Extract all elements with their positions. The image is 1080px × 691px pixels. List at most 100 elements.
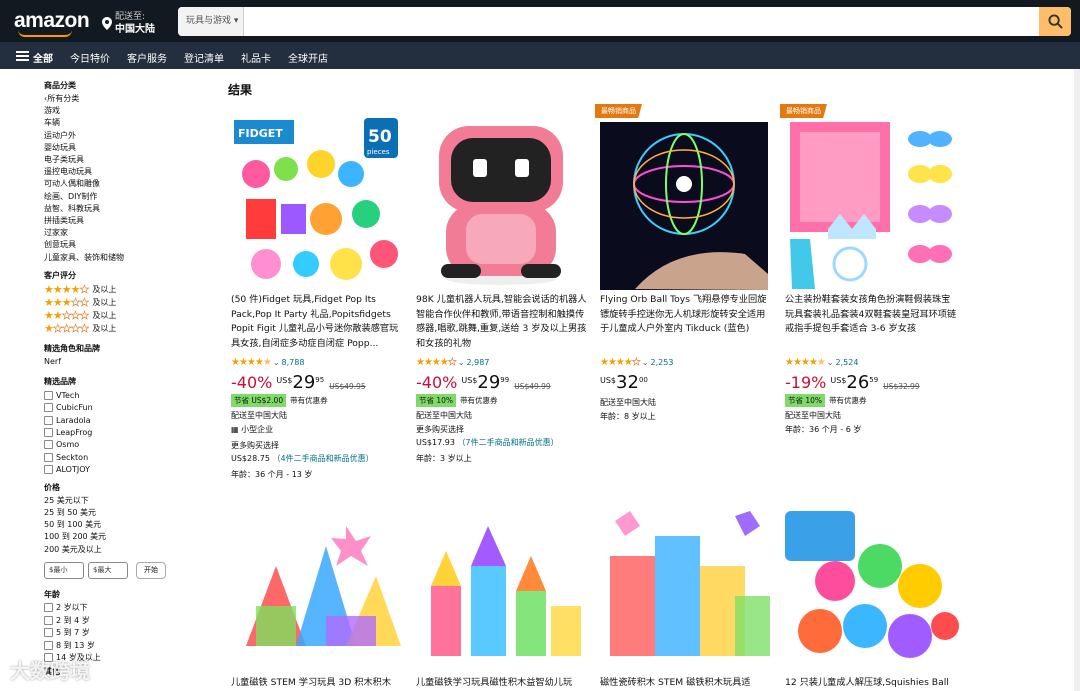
nav-all[interactable]: 全部 [33, 50, 53, 65]
category-link[interactable]: 电子类玩具 [44, 154, 194, 166]
product-rating-3[interactable]: ★★★★ ★ ⌄ 2,253 [600, 357, 673, 369]
brand-filter[interactable]: Laradola [44, 414, 194, 426]
product-title-5[interactable]: 儿童磁铁 STEM 学习玩具 3D 积木积木 [231, 676, 403, 691]
product-image-2[interactable] [411, 104, 591, 294]
category-link[interactable]: 遥控电动玩具 [44, 166, 194, 178]
age-filter[interactable]: 8 到 13 岁 [44, 639, 194, 651]
hamburger-menu-icon[interactable] [16, 51, 29, 61]
age-filter[interactable]: 5 到 7 岁 [44, 627, 194, 639]
product-rating-4[interactable]: ★★★★ ★ ⌄ 2,524 [785, 357, 858, 368]
price-go-button[interactable]: 开始 [136, 561, 166, 579]
nav-customer-service[interactable]: 客户服务 [127, 50, 167, 65]
coupon-4[interactable]: 节省 10% 带有优惠券 [785, 394, 867, 407]
used-offers-2[interactable]: US$17.93 （7件二手商品和新品优惠） [416, 437, 559, 448]
nav-deals[interactable]: 今日特价 [70, 50, 110, 65]
brand-filter[interactable]: CubicFun [44, 401, 194, 413]
product-card-6[interactable]: 儿童磁铁学习玩具磁性积木益智幼儿玩 [411, 506, 591, 691]
category-link[interactable]: 婴幼玩具 [44, 142, 194, 154]
search-category-dropdown[interactable]: 玩具与游戏 ▾ [178, 7, 244, 36]
product-card-8[interactable]: 12 只装儿童成人解压球,Squishies Ball [780, 506, 960, 691]
checkbox[interactable] [44, 615, 53, 625]
price-range-link[interactable]: 200 美元及以上 [44, 544, 194, 556]
product-title-7[interactable]: 磁性瓷砖积木 STEM 磁铁积木玩具适 [600, 676, 772, 691]
nav-sell[interactable]: 全球开店 [288, 50, 328, 65]
page-scrollbar[interactable] [1074, 69, 1080, 691]
product-price-4[interactable]: -19% US$ 26 59 US$32.99 [785, 374, 920, 392]
category-link[interactable]: 运动户外 [44, 130, 194, 142]
brand-filter[interactable]: LeapFrog [44, 426, 194, 438]
price-range-link[interactable]: 100 到 200 美元 [44, 531, 194, 543]
brand-filter[interactable]: ALOTJOY [44, 463, 194, 475]
role-nerf[interactable]: Nerf [44, 356, 194, 368]
small-business-badge[interactable]: ▦ 小型企业 [231, 424, 273, 435]
brand-filter[interactable]: VTech [44, 389, 194, 401]
search-button[interactable] [1039, 7, 1071, 36]
product-title-8[interactable]: 12 只装儿童成人解压球,Squishies Ball [785, 676, 957, 691]
product-title-6[interactable]: 儿童磁铁学习玩具磁性积木益智幼儿玩 [416, 676, 588, 691]
category-link[interactable]: 创意玩具 [44, 239, 194, 251]
age-filter[interactable]: 2 岁以下 [44, 602, 194, 614]
nav-gift-cards[interactable]: 礼品卡 [241, 50, 271, 65]
checkbox[interactable] [44, 415, 53, 425]
product-rating-2[interactable]: ★★★★ ★ ⌄ 2,987 [416, 357, 489, 369]
category-link[interactable]: 车辆 [44, 117, 194, 129]
checkbox[interactable] [44, 452, 53, 462]
category-link[interactable]: 过家家 [44, 227, 194, 239]
product-image-6[interactable] [411, 506, 591, 674]
category-link[interactable]: 绘画、DIY制作 [44, 191, 194, 203]
product-image-5[interactable] [226, 506, 406, 674]
checkbox[interactable] [44, 427, 53, 437]
product-card-7[interactable]: 磁性瓷砖积木 STEM 磁铁积木玩具适 [595, 506, 775, 691]
product-card-4[interactable]: 最畅销商品 公主装扮鞋套装女孩角色扮演鞋假装珠宝玩具套装礼品套装4双鞋套装皇冠耳… [780, 104, 960, 496]
brand-filter[interactable]: Osmo [44, 439, 194, 451]
checkbox[interactable] [44, 640, 53, 650]
product-image-7[interactable] [595, 506, 775, 674]
product-card-1[interactable]: FIDGET 50 pieces (50 件)Fidget 玩具,Fidget … [226, 104, 406, 496]
rating-filter-1[interactable]: ★ ★ ★ ★ ★ 及以上 [44, 322, 194, 336]
rating-filter-2[interactable]: ★ ★ ★ ★ ★ 及以上 [44, 309, 194, 323]
max-price-input[interactable]: $最大 [88, 561, 128, 579]
product-title-3[interactable]: Flying Orb Ball Toys 飞翔悬停专业回旋镖旋转手控迷你无人机球… [600, 293, 772, 337]
checkbox[interactable] [44, 465, 53, 475]
product-card-5[interactable]: 儿童磁铁 STEM 学习玩具 3D 积木积木 [226, 506, 406, 691]
price-range-link[interactable]: 25 到 50 美元 [44, 507, 194, 519]
product-image-8[interactable] [780, 506, 960, 674]
more-options[interactable]: 更多购买选择 [231, 440, 279, 451]
checkbox[interactable] [44, 390, 53, 400]
product-rating-1[interactable]: ★★★★ ★ ⌄ 8,788 [231, 357, 304, 368]
checkbox[interactable] [44, 440, 53, 450]
checkbox[interactable] [44, 628, 53, 638]
age-filter[interactable]: 2 到 4 岁 [44, 614, 194, 626]
used-offers-1[interactable]: US$28.75 （4件二手商品和新品优惠） [231, 453, 374, 464]
product-card-2[interactable]: 98K 儿童机器人玩具,智能会说话的机器人智能合作伙伴和教师,带语音控制和触摸传… [411, 104, 591, 496]
price-range-link[interactable]: 50 到 100 美元 [44, 519, 194, 531]
product-title-2[interactable]: 98K 儿童机器人玩具,智能会说话的机器人智能合作伙伴和教师,带语音控制和触摸传… [416, 293, 588, 351]
brand-filter[interactable]: Seckton [44, 451, 194, 463]
product-image-4[interactable]: 最畅销商品 [780, 104, 960, 294]
search-input[interactable] [244, 7, 1034, 36]
product-price-1[interactable]: -40% US$ 29 95 US$49.95 [231, 374, 366, 392]
product-price-3[interactable]: US$ 32 00 [600, 374, 653, 392]
category-link[interactable]: 可动人偶和雕像 [44, 178, 194, 190]
product-image-3[interactable]: 最畅销商品 [595, 104, 775, 294]
category-link[interactable]: 游戏 [44, 105, 194, 117]
category-link[interactable]: 拼插类玩具 [44, 215, 194, 227]
product-image-1[interactable]: FIDGET 50 pieces [226, 104, 406, 294]
more-options[interactable]: 更多购买选择 [416, 424, 464, 435]
back-all-categories[interactable]: ‹所有分类 [44, 93, 194, 105]
product-card-3[interactable]: 最畅销商品 Flying Orb Ball Toys 飞翔悬停专业回旋镖旋转手控… [595, 104, 775, 496]
rating-filter-4[interactable]: ★ ★ ★ ★ ★ 及以上 [44, 283, 194, 297]
product-price-2[interactable]: -40% US$ 29 99 US$49.99 [416, 374, 551, 392]
nav-registry[interactable]: 登记清单 [184, 50, 224, 65]
checkbox[interactable] [44, 403, 53, 413]
checkbox[interactable] [44, 603, 53, 613]
product-title-4[interactable]: 公主装扮鞋套装女孩角色扮演鞋假装珠宝玩具套装礼品套装4双鞋套装皇冠耳环项链戒指手… [785, 293, 957, 337]
coupon-2[interactable]: 节省 10% 带有优惠券 [416, 394, 498, 407]
price-range-link[interactable]: 25 美元以下 [44, 495, 194, 507]
category-link[interactable]: 益智、科教玩具 [44, 203, 194, 215]
product-title-1[interactable]: (50 件)Fidget 玩具,Fidget Pop Its Pack,Pop … [231, 293, 403, 351]
coupon-1[interactable]: 节省 US$2.00 带有优惠券 [231, 394, 328, 407]
rating-filter-3[interactable]: ★ ★ ★ ★ ★ 及以上 [44, 296, 194, 310]
category-link[interactable]: 儿童家具、装饰和储物 [44, 252, 194, 264]
min-price-input[interactable]: $最小 [44, 561, 84, 579]
